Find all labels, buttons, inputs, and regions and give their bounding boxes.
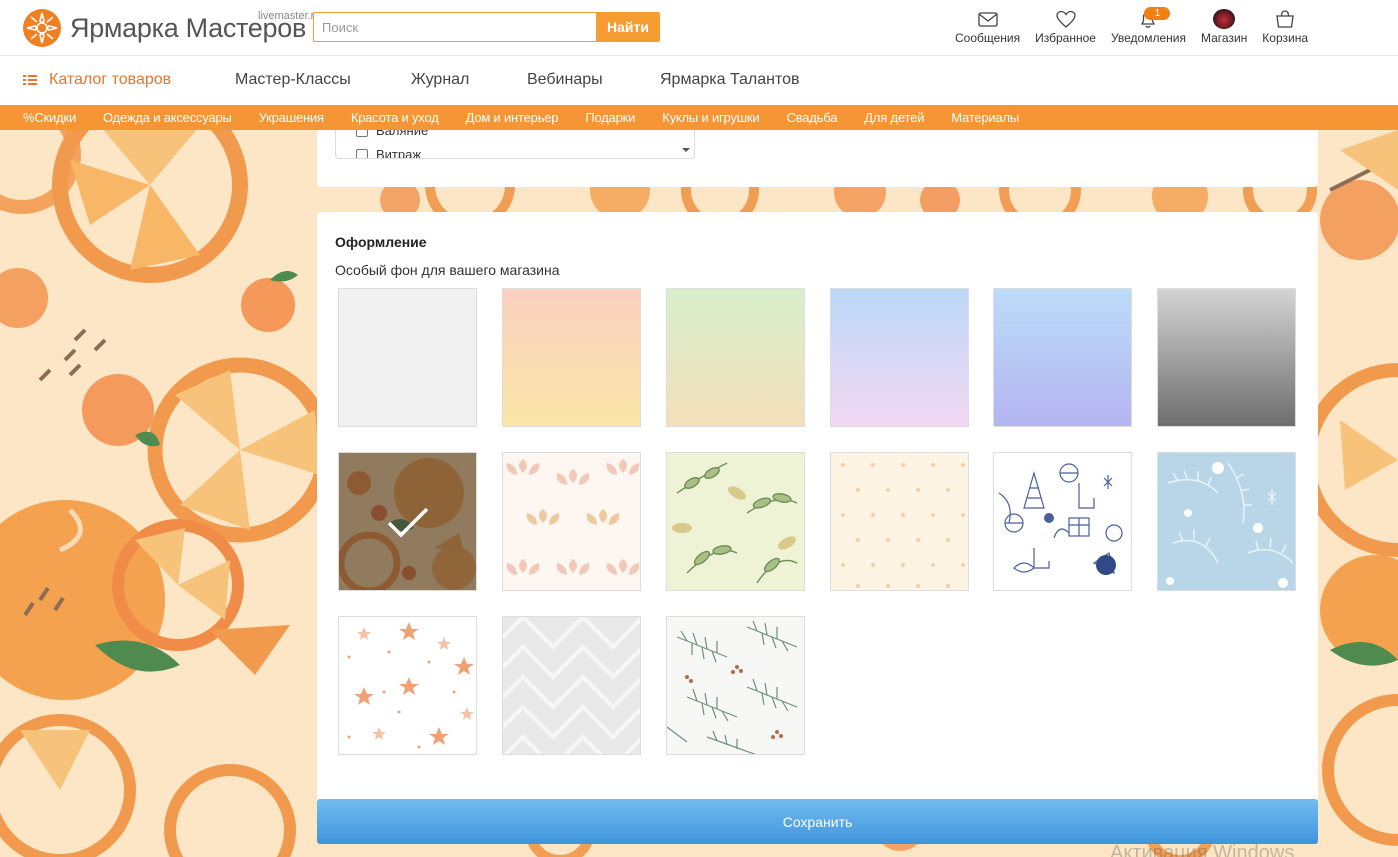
search-button[interactable]: Найти [596,12,660,42]
selected-overlay [339,453,476,590]
category-sales[interactable]: %Скидки [23,110,76,125]
favorites-link[interactable]: Избранное [1035,9,1096,45]
background-option-plain-light-gray[interactable] [338,288,477,427]
settings-panel-top: Валяние Витраж [317,130,1318,187]
messages-link[interactable]: Сообщения [955,9,1020,45]
nav-webinars[interactable]: Вебинары [527,71,603,89]
background-option-pattern-snowy-branches[interactable] [1157,452,1296,591]
checkbox-row[interactable]: Валяние [356,130,428,138]
category-beauty[interactable]: Красота и уход [351,110,439,125]
windows-activation-watermark: Активация Windows [1110,842,1295,857]
logo-icon [23,9,61,47]
background-option-gradient-peach-yellow[interactable] [502,288,641,427]
section-subtitle: Особый фон для вашего магазина [335,262,560,278]
category-home[interactable]: Дом и интерьер [466,110,559,125]
nav-masterclasses[interactable]: Мастер-Классы [235,71,351,89]
background-option-pattern-leaves-pastel[interactable] [502,452,641,591]
logo-domain: livemaster.ru [258,10,321,22]
catalog-label: Каталог товаров [49,71,172,88]
category-kids[interactable]: Для детей [864,110,924,125]
search-input[interactable] [313,12,596,42]
cart-icon [1276,10,1294,28]
header-actions: Сообщения Избранное 1 Уведомления Магази… [940,7,1308,45]
category-clothing[interactable]: Одежда и аксессуары [103,110,232,125]
checkbox-label: Витраж [376,147,422,159]
section-title: Оформление [335,234,427,250]
cart-label: Корзина [1262,31,1308,45]
checkbox[interactable] [356,148,368,158]
category-dolls[interactable]: Куклы и игрушки [662,110,759,125]
messages-label: Сообщения [954,31,1021,45]
background-option-gradient-blue-violet[interactable] [993,288,1132,427]
background-option-gradient-green-beige[interactable] [666,288,805,427]
background-option-pattern-oranges[interactable] [338,452,477,591]
messages-icon [977,12,998,27]
main-nav: Каталог товаров Мастер-Классы Журнал Веб… [0,56,1398,105]
cart-link[interactable]: Корзина [1262,9,1308,45]
site-logo[interactable]: Ярмарка Мастеров livemaster.ru [22,8,320,48]
technique-checklist[interactable]: Валяние Витраж [335,130,695,159]
nav-journal[interactable]: Журнал [411,71,469,89]
nav-talents[interactable]: Ярмарка Талантов [660,71,800,89]
shop-avatar [1213,9,1236,29]
checkmark-icon [387,507,428,537]
notifications-link[interactable]: 1 Уведомления [1110,7,1186,45]
search-bar: Найти [313,12,660,42]
catalog-menu[interactable]: Каталог товаров [23,71,171,89]
notifications-label: Уведомления [1110,31,1186,45]
checkbox-label: Валяние [376,130,429,138]
category-wedding[interactable]: Свадьба [787,110,838,125]
category-materials[interactable]: Материалы [951,110,1019,125]
background-option-gradient-gray-dark[interactable] [1157,288,1296,427]
background-option-pattern-gray-geometric[interactable] [502,616,641,755]
scroll-down-arrow-icon[interactable] [682,148,690,152]
heart-icon [1055,10,1076,28]
category-gifts[interactable]: Подарки [585,110,635,125]
background-option-pattern-green-leaves[interactable] [666,452,805,591]
shop-link[interactable]: Магазин [1201,9,1247,45]
shop-label: Магазин [1200,31,1248,45]
notifications-badge: 1 [1144,7,1171,20]
background-option-pattern-stars[interactable] [338,616,477,755]
category-bar: %Скидки Одежда и аксессуары Украшения Кр… [0,105,1398,130]
site-header: Ярмарка Мастеров livemaster.ru Найти Соо… [0,0,1398,56]
checkbox[interactable] [356,130,368,137]
favorites-label: Избранное [1035,31,1096,45]
background-option-pattern-christmas-doodles[interactable] [993,452,1132,591]
checkbox-row[interactable]: Витраж [356,147,422,159]
background-option-pattern-dots-cream[interactable] [830,452,969,591]
category-jewelry[interactable]: Украшения [259,110,324,125]
save-button[interactable]: Сохранить [317,799,1318,844]
background-option-gradient-blue-pink[interactable] [830,288,969,427]
list-icon [23,75,37,85]
design-panel: Оформление Особый фон для вашего магазин… [317,212,1318,800]
background-option-pattern-pine-branches[interactable] [666,616,805,755]
